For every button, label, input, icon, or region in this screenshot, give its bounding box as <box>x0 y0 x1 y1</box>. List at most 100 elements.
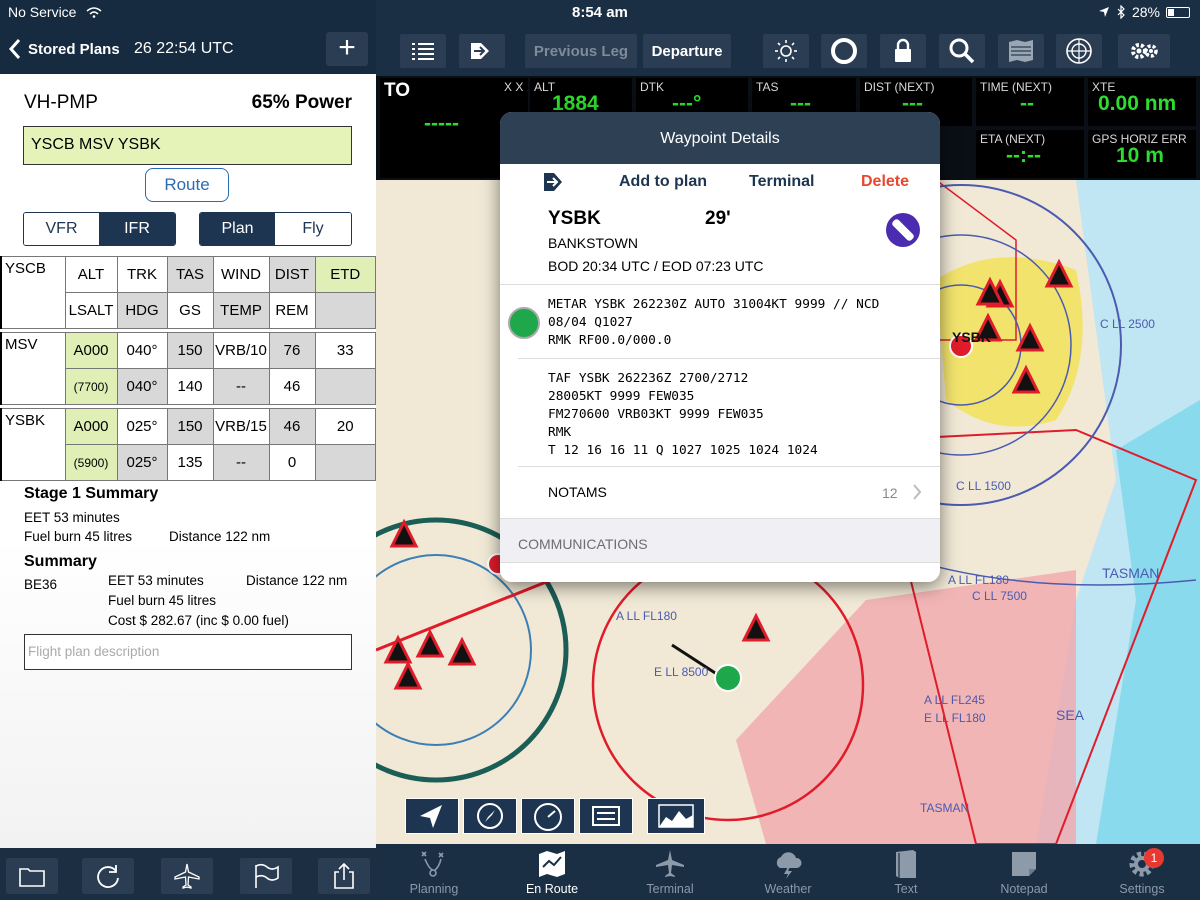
tab-text[interactable]: Text <box>856 844 956 900</box>
communications-section[interactable]: COMMUNICATIONS <box>500 518 940 562</box>
leg-etd: 20 <box>314 408 376 445</box>
settings-badge: 1 <box>1144 848 1164 868</box>
col-wind: WIND <box>212 256 270 293</box>
power-setting[interactable]: 65% Power <box>252 92 352 114</box>
share-button[interactable] <box>318 858 370 894</box>
lifebuoy-icon <box>831 38 857 64</box>
add-plan-button[interactable]: + <box>326 32 368 66</box>
gps-err-cell[interactable]: GPS HORIZ ERR 10 m <box>1088 130 1196 178</box>
search-button[interactable] <box>939 34 985 68</box>
leg-gs: 135 <box>166 444 214 481</box>
route-input[interactable]: YSCB MSV YSBK <box>23 126 352 165</box>
flag-button[interactable] <box>240 858 292 894</box>
tab-terminal[interactable]: Terminal <box>620 844 720 900</box>
brightness-button[interactable] <box>763 34 809 68</box>
map-label-2500: C LL 2500 <box>1100 317 1155 331</box>
fly-mode-button[interactable]: Fly <box>275 213 351 245</box>
xte-cell[interactable]: XTE 0.00 nm <box>1088 78 1196 126</box>
time-next-cell[interactable]: TIME (NEXT) -- <box>976 78 1084 126</box>
leg-dist: 46 <box>268 408 316 445</box>
add-to-plan-button[interactable]: Add to plan <box>619 173 707 191</box>
summary-distance: Distance 122 nm <box>246 573 348 588</box>
notams-row[interactable]: NOTAMS 12 <box>500 467 940 517</box>
bluetooth-icon <box>1117 5 1125 19</box>
main-toolbar: Previous Leg Departure <box>376 26 1200 76</box>
leg-alt[interactable]: A000 <box>64 332 118 369</box>
direct-to-icon[interactable] <box>542 171 568 193</box>
terminal-button[interactable]: Terminal <box>749 173 815 191</box>
leg-wind[interactable]: VRB/10 <box>212 332 270 369</box>
emergency-button[interactable] <box>821 34 867 68</box>
elevation-profile-button[interactable] <box>647 798 705 834</box>
compass-button[interactable] <box>463 798 517 834</box>
eta-next-cell[interactable]: ETA (NEXT) --:-- <box>976 130 1084 178</box>
vfr-button[interactable]: VFR <box>24 213 99 245</box>
delete-button[interactable]: Delete <box>861 173 909 191</box>
flight-plan-table: YSCB ALT TRK TAS WIND DIST ETD LSALT HDG… <box>0 256 376 481</box>
lock-button[interactable] <box>880 34 926 68</box>
flight-rules-toggle: VFR IFR <box>23 212 176 246</box>
leg-alt[interactable]: A000 <box>64 408 118 445</box>
battery-indicator: 28% <box>1098 4 1190 20</box>
lock-icon <box>895 38 911 62</box>
map-label-fl180-a: A LL FL180 <box>616 609 677 623</box>
folder-button[interactable] <box>6 858 58 894</box>
aircraft-registration[interactable]: VH-PMP <box>24 92 98 114</box>
book-icon <box>896 850 916 878</box>
leg-wind[interactable]: VRB/15 <box>212 408 270 445</box>
airplane-icon <box>174 863 200 889</box>
tab-weather[interactable]: Weather <box>738 844 838 900</box>
table-row: MSV A000 040° 150 VRB/10 76 33 <box>0 332 376 405</box>
ifr-button[interactable]: IFR <box>99 213 175 245</box>
leg-tas[interactable]: 150 <box>166 408 214 445</box>
charts-button[interactable] <box>998 34 1044 68</box>
gears-icon <box>1131 43 1158 59</box>
location-arrow-icon <box>1098 7 1109 17</box>
app-root: No Service Stored Plans 26 22:54 UTC + V… <box>0 0 1200 900</box>
tab-label: Text <box>894 882 918 896</box>
plan-mode-button[interactable]: Plan <box>200 213 275 245</box>
departure-button[interactable]: Departure <box>643 34 731 68</box>
back-label: Stored Plans <box>28 40 120 58</box>
direct-to-button[interactable] <box>459 34 505 68</box>
map-label-ysbk: YSBK <box>952 329 991 345</box>
col-empty <box>314 292 376 329</box>
list-button[interactable] <box>400 34 446 68</box>
dist-next-label: DIST (NEXT) <box>864 80 935 94</box>
previous-leg-button[interactable]: Previous Leg <box>525 34 637 68</box>
xte-value: 0.00 nm <box>1098 92 1177 115</box>
battery-icon <box>1166 6 1190 18</box>
tab-settings[interactable]: 1 Settings <box>1092 844 1192 900</box>
back-button[interactable]: Stored Plans <box>8 38 120 60</box>
waypoint-cell[interactable]: YSBK <box>0 408 66 481</box>
origin-cell[interactable]: YSCB <box>0 256 66 329</box>
tab-planning[interactable]: Planning <box>384 844 484 900</box>
route-button[interactable]: Route <box>145 168 229 202</box>
track-up-button[interactable] <box>405 798 459 834</box>
tab-en-route[interactable]: En Route <box>502 844 602 900</box>
leg-temp: -- <box>212 444 270 481</box>
weather-icon <box>776 852 802 879</box>
flight-plan-description-input[interactable]: Flight plan description <box>24 634 352 670</box>
search-icon <box>949 38 975 64</box>
leg-tas[interactable]: 150 <box>166 332 214 369</box>
refresh-button[interactable] <box>82 858 134 894</box>
flight-log-button[interactable] <box>579 798 633 834</box>
bottom-tab-bar: Planning En Route Terminal Weather Text … <box>376 844 1200 900</box>
waypoint-cell[interactable]: MSV <box>0 332 66 405</box>
wifi-icon <box>86 7 102 18</box>
no-entry-icon[interactable] <box>885 212 921 248</box>
settings-button[interactable] <box>1118 34 1170 68</box>
instruments-button[interactable] <box>521 798 575 834</box>
col-trk: TRK <box>116 256 168 293</box>
battery-percent: 28% <box>1131 4 1160 20</box>
time-next-label: TIME (NEXT) <box>980 80 1052 94</box>
radar-button[interactable] <box>1056 34 1102 68</box>
leg-temp: -- <box>212 368 270 405</box>
map-label-tasman: TASMAN <box>1102 565 1159 581</box>
list-icon <box>412 43 434 60</box>
tab-notepad[interactable]: Notepad <box>974 844 1074 900</box>
map-label-sea: SEA <box>1056 707 1085 723</box>
brightness-icon <box>775 40 797 62</box>
aircraft-button[interactable] <box>161 858 213 894</box>
